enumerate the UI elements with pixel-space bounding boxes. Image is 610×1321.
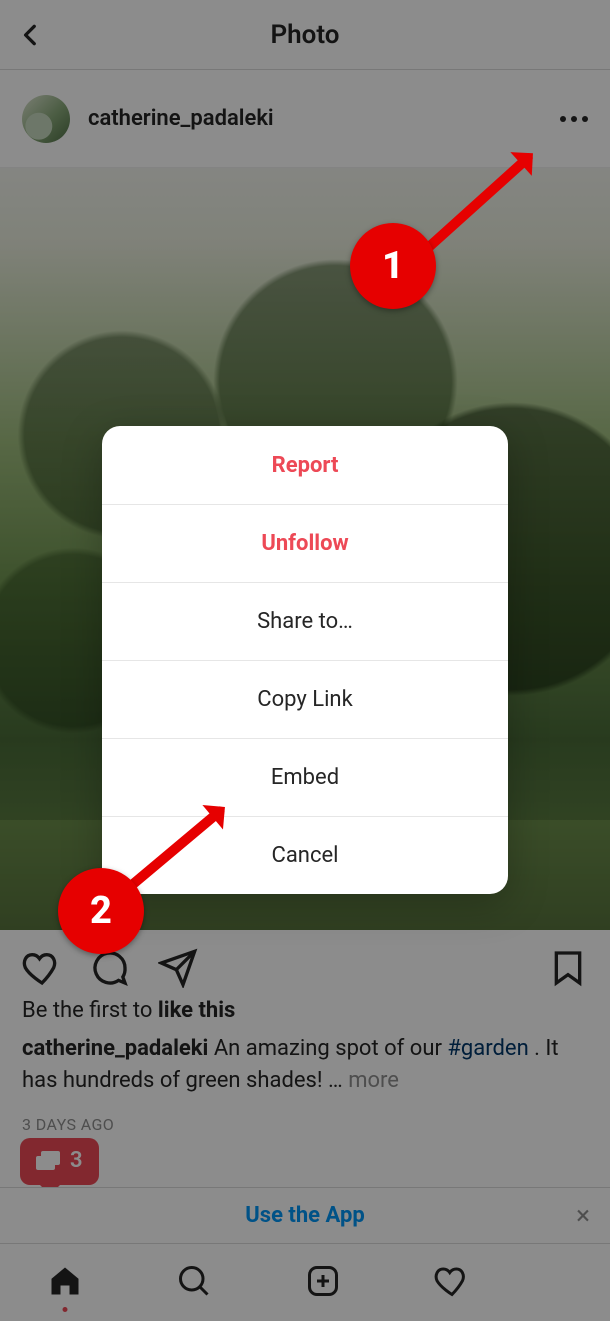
sheet-unfollow[interactable]: Unfollow [102, 504, 508, 582]
annotation-callout-2: 2 [58, 868, 144, 954]
annotation-callout-1: 1 [350, 223, 436, 309]
sheet-embed[interactable]: Embed [102, 738, 508, 816]
post-options-sheet: Report Unfollow Share to… Copy Link Embe… [102, 426, 508, 894]
sheet-share-to[interactable]: Share to… [102, 582, 508, 660]
sheet-copy-link[interactable]: Copy Link [102, 660, 508, 738]
sheet-report[interactable]: Report [102, 426, 508, 504]
